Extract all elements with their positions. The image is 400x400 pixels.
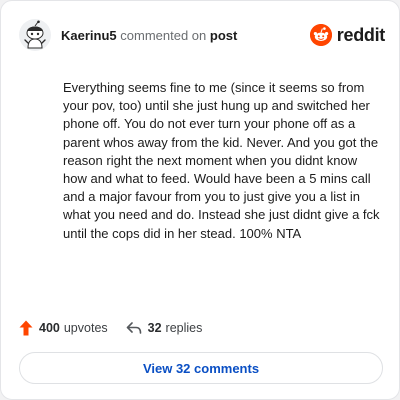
upvotes-stat[interactable]: 400 upvotes	[19, 320, 108, 336]
comment-text: Everything seems fine to me (since it se…	[63, 80, 380, 241]
comment-byline: Kaerinu5 commented on post	[61, 28, 237, 43]
comment-body: Everything seems fine to me (since it se…	[63, 79, 383, 243]
reddit-wordmark: reddit	[336, 24, 386, 45]
replies-label: replies	[165, 321, 203, 335]
snoo-avatar-icon[interactable]	[19, 19, 51, 51]
username[interactable]: Kaerinu5	[61, 28, 117, 43]
replies-stat[interactable]: 32 replies	[126, 321, 203, 335]
reply-arrow-icon	[126, 321, 142, 335]
upvotes-label: upvotes	[63, 321, 108, 335]
post-link[interactable]: post	[210, 28, 237, 43]
upvotes-count: 400	[39, 321, 60, 335]
comment-stats: 400 upvotes 32 replies	[19, 318, 202, 338]
view-comments-button[interactable]: View 32 comments	[19, 352, 383, 384]
comment-header: Kaerinu5 commented on post reddit	[19, 17, 385, 53]
byline-action: commented on	[120, 27, 207, 43]
replies-count: 32	[147, 321, 162, 335]
reddit-brand[interactable]: reddit	[309, 24, 386, 46]
comment-card: Kaerinu5 commented on post reddit Everyt…	[0, 0, 400, 400]
reddit-logo-icon	[309, 24, 332, 46]
upvote-arrow-icon	[19, 320, 33, 336]
